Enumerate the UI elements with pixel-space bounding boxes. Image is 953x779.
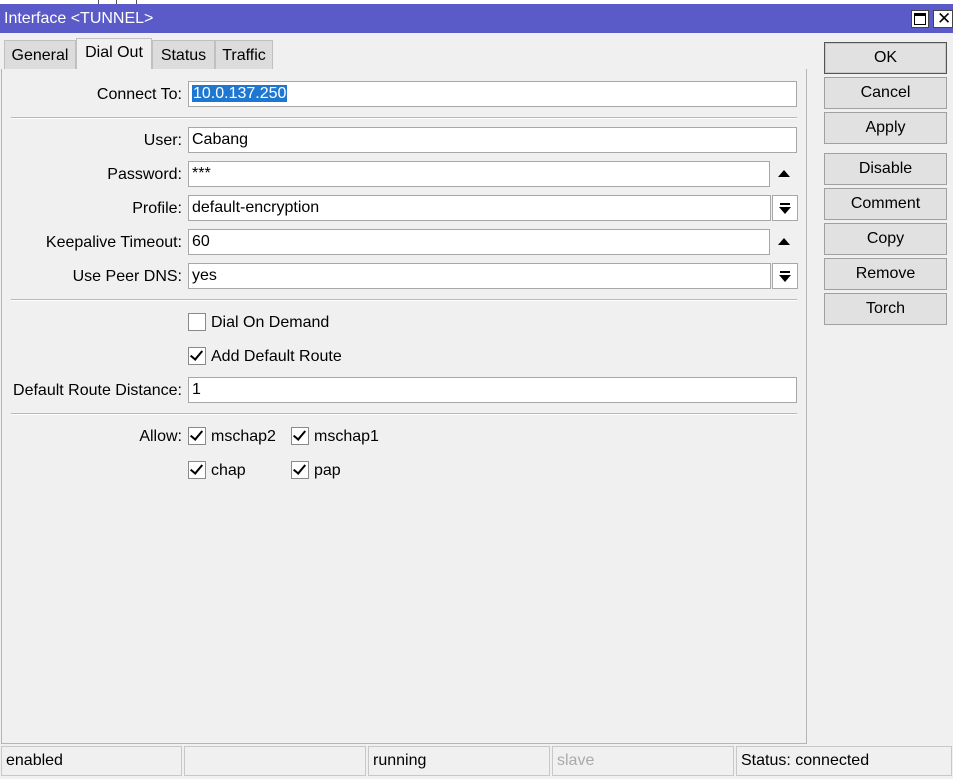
connect-to-input[interactable]: 10.0.137.250 [188,81,797,107]
allow-chap-checkbox[interactable] [188,461,206,479]
status-empty [184,746,366,776]
profile-select[interactable]: default-encryption [188,195,771,221]
ok-button[interactable]: OK [824,42,947,74]
tab-dial-out[interactable]: Dial Out [76,38,152,70]
tab-general[interactable]: General [4,40,76,70]
add-default-route-label: Add Default Route [211,348,342,365]
tab-traffic[interactable]: Traffic [215,40,273,70]
allow-mschap2-checkbox[interactable] [188,427,206,445]
torch-button[interactable]: Torch [824,293,947,325]
keepalive-timeout-label: Keepalive Timeout: [45,234,182,251]
apply-button[interactable]: Apply [824,112,947,144]
allow-mschap1-checkbox[interactable] [291,427,309,445]
status-slave: slave [552,746,734,776]
tab-status[interactable]: Status [152,40,215,70]
status-connection: Status: connected [736,746,952,776]
allow-chap-label: chap [211,462,246,479]
dial-on-demand-label: Dial On Demand [211,314,330,331]
remove-button[interactable]: Remove [824,258,947,290]
dropdown-arrow-icon[interactable] [772,263,798,289]
password-input[interactable]: *** [188,161,770,187]
copy-button[interactable]: Copy [824,223,947,255]
dropdown-arrow-icon[interactable] [772,195,798,221]
allow-label: Allow: [139,428,182,445]
status-enabled: enabled [1,746,182,776]
user-label: User: [143,132,182,149]
allow-mschap1-label: mschap1 [314,428,379,445]
use-peer-dns-select[interactable]: yes [188,263,771,289]
collapse-up-icon[interactable] [778,170,790,177]
separator [11,299,797,301]
title-bar: Interface <TUNNEL> ✕ [0,4,953,33]
allow-pap-label: pap [314,462,341,479]
add-default-route-checkbox[interactable] [188,347,206,365]
user-input[interactable]: Cabang [188,127,797,153]
close-icon[interactable]: ✕ [933,9,953,28]
dial-on-demand-checkbox[interactable] [188,313,206,331]
window-title: Interface <TUNNEL> [4,10,154,27]
maximize-icon[interactable] [911,10,929,28]
separator [11,413,797,415]
collapse-up-icon[interactable] [778,238,790,245]
disable-button[interactable]: Disable [824,153,947,185]
default-route-distance-label: Default Route Distance: [13,382,182,399]
status-running: running [368,746,550,776]
profile-label: Profile: [132,200,182,217]
keepalive-timeout-input[interactable]: 60 [188,229,770,255]
default-route-distance-input[interactable]: 1 [188,377,797,403]
allow-mschap2-label: mschap2 [211,428,276,445]
allow-pap-checkbox[interactable] [291,461,309,479]
cancel-button[interactable]: Cancel [824,77,947,109]
connect-to-value: 10.0.137.250 [192,85,288,102]
use-peer-dns-label: Use Peer DNS: [72,268,182,285]
comment-button[interactable]: Comment [824,188,947,220]
status-bar: enabled running slave Status: connected [0,744,953,779]
connect-to-label: Connect To: [96,86,182,103]
password-label: Password: [107,166,182,183]
separator [11,117,797,119]
